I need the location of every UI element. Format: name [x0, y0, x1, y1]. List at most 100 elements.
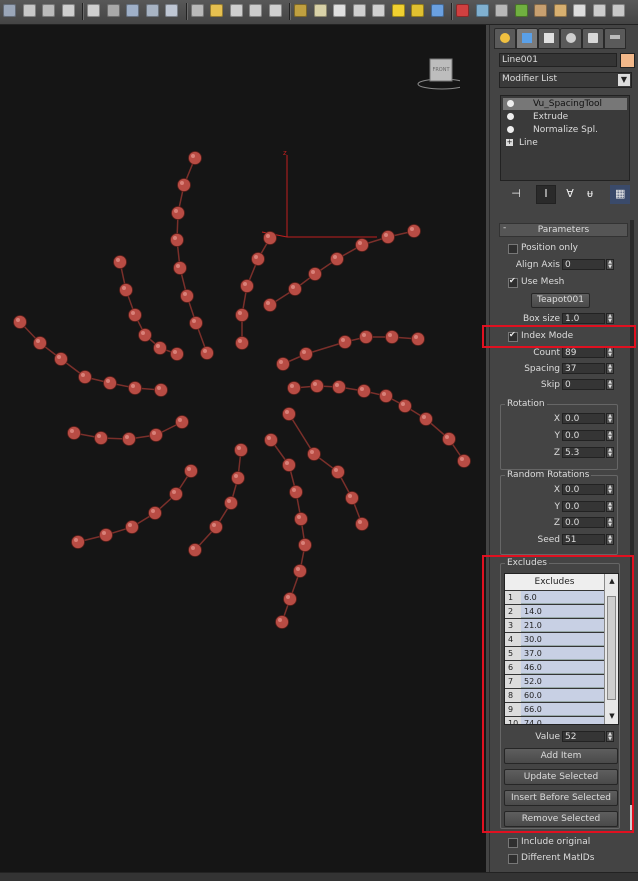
select-region-icon[interactable] — [22, 4, 36, 17]
random-y-value[interactable]: 0.0 — [562, 501, 605, 512]
named-selection-icon[interactable] — [42, 4, 55, 17]
lightbulb-icon[interactable] — [507, 126, 514, 133]
parameters-rollout-header[interactable]: - Parameters — [499, 223, 628, 237]
rotation-y-spinner[interactable]: 0.0 ▲ ▼ — [562, 430, 614, 441]
render-icon[interactable] — [495, 4, 508, 17]
tab-utilities[interactable] — [604, 28, 626, 49]
spinner-snap-icon[interactable] — [268, 4, 282, 17]
excludes-row[interactable]: 4 30.0 — [505, 633, 604, 646]
show-end-result-button[interactable]: I — [536, 185, 556, 204]
stack-item-extrude[interactable]: Extrude — [503, 111, 627, 123]
value-value[interactable]: 52 — [562, 731, 605, 742]
tab-motion[interactable] — [560, 28, 582, 49]
random-z-spinner[interactable]: 0.0 ▲ ▼ — [562, 517, 614, 528]
modifier-list-dropdown[interactable]: Modifier List ▼ — [499, 72, 632, 88]
spinner-arrows-icon[interactable]: ▲ ▼ — [606, 379, 614, 390]
use-mesh-checkbox[interactable] — [508, 276, 518, 288]
excludes-row[interactable]: 9 66.0 — [505, 703, 604, 716]
grid-icon[interactable] — [612, 4, 625, 17]
sun-icon[interactable] — [391, 4, 405, 17]
rotate-icon[interactable] — [145, 4, 159, 17]
rotation-x-spinner[interactable]: 0.0 ▲ ▼ — [562, 413, 614, 424]
excludes-row-value[interactable]: 52.0 — [521, 675, 604, 688]
tab-hierarchy[interactable] — [538, 28, 560, 49]
spinner-arrows-icon[interactable]: ▲ ▼ — [606, 447, 614, 458]
box-icon[interactable] — [313, 4, 327, 17]
insert-before-selected-button[interactable]: Insert Before Selected — [504, 790, 618, 806]
excludes-row[interactable]: 8 60.0 — [505, 689, 604, 702]
teapot-icon[interactable] — [294, 4, 307, 17]
spinner-arrows-icon[interactable]: ▲ ▼ — [606, 313, 614, 324]
count-spinner[interactable]: 89 ▲ ▼ — [562, 347, 614, 358]
excludes-list-header[interactable]: Excludes — [505, 574, 604, 590]
different-matids-checkbox[interactable] — [508, 854, 518, 864]
excludes-list[interactable]: Excludes 1 6.0 2 14.0 3 21.0 4 30.0 5 37.0 6 46.0 7 5… — [504, 573, 619, 725]
excludes-row-value[interactable]: 46.0 — [521, 661, 604, 674]
excludes-row[interactable]: 6 46.0 — [505, 661, 604, 674]
hair-icon[interactable] — [534, 4, 547, 17]
spinner-arrows-icon[interactable]: ▲ ▼ — [606, 363, 614, 374]
tab-create[interactable] — [494, 28, 516, 49]
stack-item-normalize-spline[interactable]: Normalize Spl. — [503, 124, 627, 136]
excludes-scrollbar-thumb[interactable] — [607, 596, 616, 700]
scroll-up-icon[interactable]: ▲ — [607, 576, 617, 586]
spinner-arrows-icon[interactable]: ▲ ▼ — [606, 501, 614, 512]
spinner-arrows-icon[interactable]: ▲ ▼ — [606, 430, 614, 441]
seed-spinner[interactable]: 51 ▲ ▼ — [562, 534, 614, 545]
terrain-icon[interactable] — [475, 4, 489, 17]
rotation-z-spinner[interactable]: 5.3 ▲ ▼ — [562, 447, 614, 458]
excludes-scrollbar[interactable]: ▲ ▼ — [604, 574, 618, 724]
scale-icon[interactable] — [165, 4, 178, 17]
excludes-row-value[interactable]: 74.0 — [521, 717, 604, 724]
object-name-field[interactable]: Line001 — [499, 53, 617, 67]
spacing-spinner[interactable]: 37 ▲ ▼ — [562, 363, 614, 374]
count-value[interactable]: 89 — [562, 347, 605, 358]
seed-value[interactable]: 51 — [562, 534, 605, 545]
tab-display[interactable] — [582, 28, 604, 49]
align-axis-spinner[interactable]: 0 ▲ ▼ — [562, 259, 614, 270]
align-axis-value[interactable]: 0 — [562, 259, 605, 270]
skip-value[interactable]: 0 — [562, 379, 605, 390]
random-z-value[interactable]: 0.0 — [562, 517, 605, 528]
value-spinner[interactable]: 52 ▲ ▼ — [562, 731, 614, 742]
mesh-pick-button[interactable]: Teapot001 — [531, 293, 590, 308]
skip-spinner[interactable]: 0 ▲ ▼ — [562, 379, 614, 390]
spinner-arrows-icon[interactable]: ▲ ▼ — [606, 347, 614, 358]
random-y-spinner[interactable]: 0.0 ▲ ▼ — [562, 501, 614, 512]
align-icon[interactable] — [190, 4, 204, 17]
excludes-row[interactable]: 1 6.0 — [505, 591, 604, 604]
excludes-row-value[interactable]: 14.0 — [521, 605, 604, 618]
excludes-row-value[interactable]: 6.0 — [521, 591, 604, 604]
excludes-row-value[interactable]: 60.0 — [521, 689, 604, 702]
make-unique-button[interactable]: ∀ — [560, 185, 580, 204]
stack-item-line[interactable]: + Line — [503, 137, 627, 149]
torus-icon[interactable] — [352, 4, 366, 17]
spinner-arrows-icon[interactable]: ▲ ▼ — [606, 517, 614, 528]
remove-selected-button[interactable]: Remove Selected — [504, 811, 618, 827]
excludes-row-value[interactable]: 37.0 — [521, 647, 604, 660]
panel-scrollbar-thumb[interactable] — [630, 805, 634, 830]
cone-icon[interactable] — [372, 4, 385, 17]
spinner-arrows-icon[interactable]: ▲ ▼ — [606, 413, 614, 424]
position-only-checkbox[interactable] — [508, 244, 518, 254]
excludes-row-value[interactable]: 66.0 — [521, 703, 604, 716]
spinner-arrows-icon[interactable]: ▲ ▼ — [606, 534, 614, 545]
random-x-value[interactable]: 0.0 — [562, 484, 605, 495]
update-selected-button[interactable]: Update Selected — [504, 769, 618, 785]
box-size-spinner[interactable]: 1.0 ▲ ▼ — [562, 313, 614, 324]
index-mode-checkbox[interactable] — [508, 330, 518, 342]
spinner-arrows-icon[interactable]: ▲ ▼ — [606, 484, 614, 495]
omni-icon[interactable] — [411, 4, 424, 17]
excludes-row-value[interactable]: 21.0 — [521, 619, 604, 632]
excludes-row[interactable]: 7 52.0 — [505, 675, 604, 688]
object-color-swatch[interactable] — [620, 53, 635, 68]
light-icon[interactable] — [210, 4, 223, 17]
move-icon[interactable] — [126, 4, 139, 17]
tree-icon[interactable] — [514, 4, 528, 17]
tab-modify[interactable] — [516, 28, 538, 49]
expand-icon[interactable]: + — [506, 139, 513, 146]
material-icon[interactable] — [592, 4, 606, 17]
paint-icon[interactable] — [456, 4, 469, 17]
redo-icon[interactable] — [87, 4, 100, 17]
rotation-z-value[interactable]: 5.3 — [562, 447, 605, 458]
